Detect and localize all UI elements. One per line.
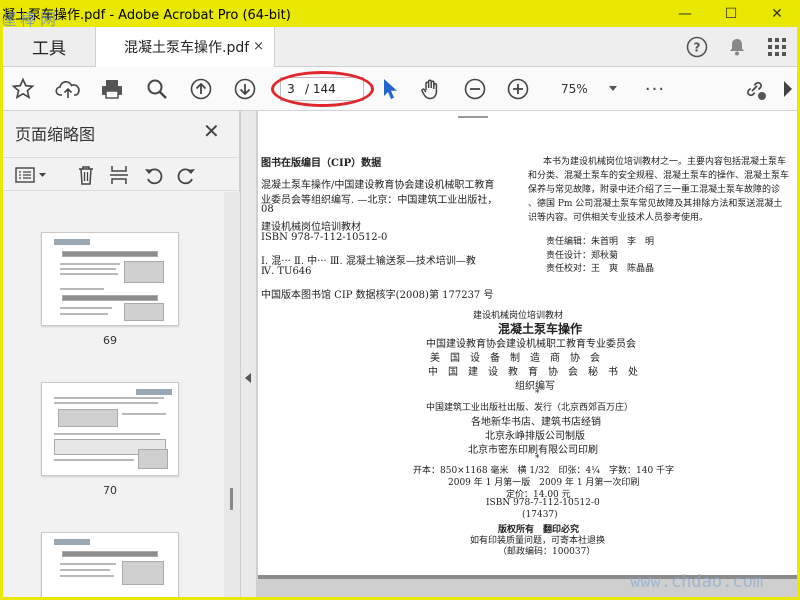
- window-frame: [0, 0, 800, 600]
